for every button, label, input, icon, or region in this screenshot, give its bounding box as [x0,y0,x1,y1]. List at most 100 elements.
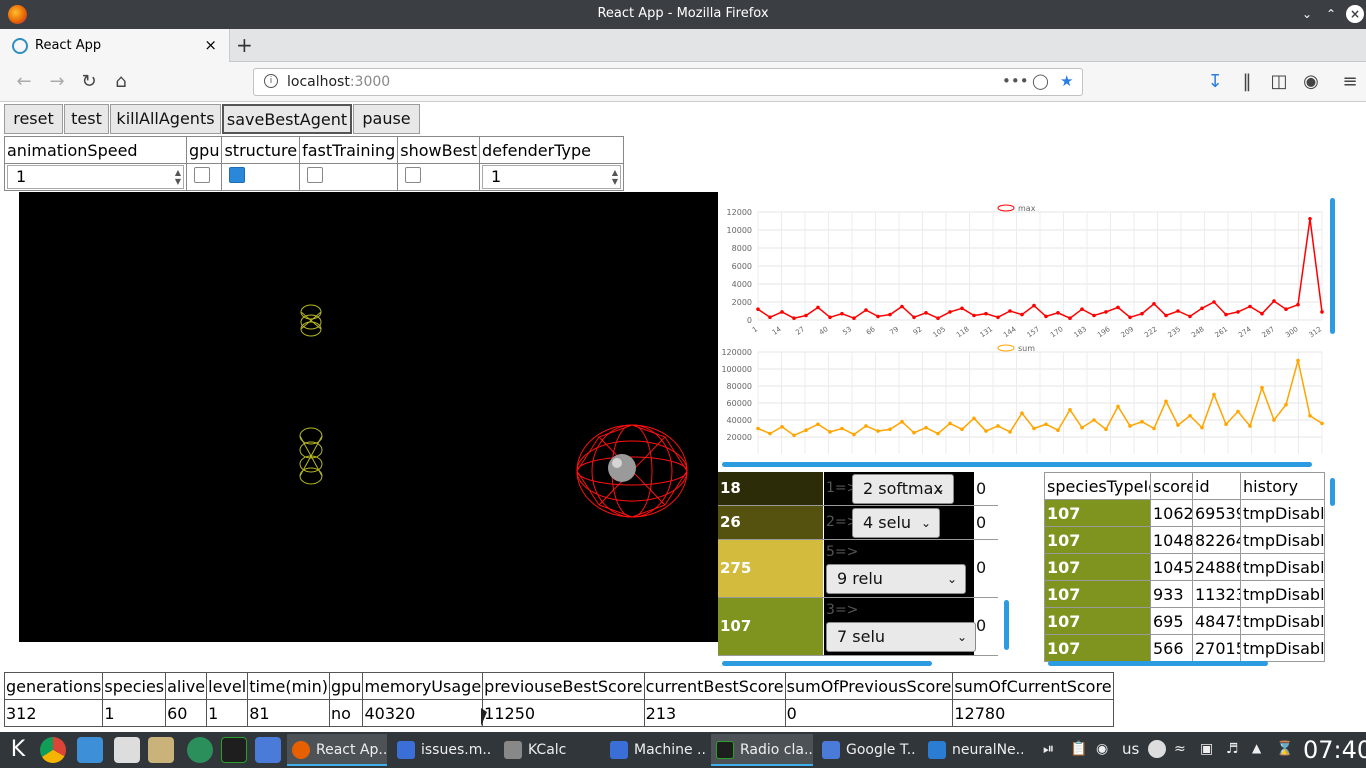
task-google-translate[interactable]: Google T... [817,734,917,766]
pocket-icon[interactable]: ◯ [1032,72,1049,90]
defender-type-input[interactable]: 1 ▲ ▼ [482,165,621,189]
structure-checkbox[interactable] [229,167,246,183]
data-point [1056,311,1060,315]
translate-icon[interactable] [255,737,281,763]
data-point [1020,312,1024,317]
species-header: history [1240,472,1325,500]
media-icon[interactable]: ⏯ [1043,741,1054,757]
history-cell: tmpDisable [1240,634,1325,662]
chrome-icon[interactable] [40,737,66,763]
close-tab-icon[interactable]: × [204,36,217,54]
tab-react-app[interactable]: React App × [0,29,230,62]
charts-panel[interactable]: 12000 10000 8000 6000 4000 2000 0 max 1 14 27 40 53 6… [718,192,1340,472]
bookmark-star-icon[interactable]: ★ [1060,72,1073,90]
clipboard-icon[interactable]: 📋 [1070,741,1087,757]
application-launcher-icon[interactable]: K [5,737,31,763]
task-machine[interactable]: Machine ... [605,734,705,766]
data-point [1032,303,1036,308]
menu-icon[interactable]: ≡ [1339,71,1361,93]
structure-horizontal-scrollbar[interactable] [722,661,932,666]
close-window-icon[interactable]: × [1346,5,1364,23]
species-horizontal-scrollbar[interactable] [1048,661,1268,666]
home-icon[interactable]: ⌂ [110,71,132,93]
task-react-app[interactable]: React Ap... [287,734,387,766]
task-neural-network[interactable]: neuralNe... [923,734,1023,766]
keyboard-layout[interactable]: us [1122,740,1139,758]
id-cell: 11323 [1192,580,1241,608]
test-button[interactable]: test [64,104,109,134]
score-cell: 933 [1150,580,1193,608]
x-tick-label: 79 [888,325,900,337]
agent-wireframe [300,304,322,337]
table-row[interactable]: 10756627015tmpDisable [1044,634,1325,662]
stats-header: sumOfPreviousScore [784,672,954,700]
table-row[interactable]: 107106269539tmpDisable [1044,499,1325,527]
stats-value: 1 [206,699,249,727]
new-tab-icon[interactable]: + [236,33,253,57]
activation-select[interactable]: 9 relu ⌄ [826,564,966,594]
data-point [924,311,928,315]
data-point [1140,419,1144,424]
x-tick-label: 183 [1073,325,1089,339]
activation-select[interactable]: 7 selu ⌄ [826,622,976,652]
forward-icon[interactable]: → [46,71,68,93]
structure-vertical-scrollbar[interactable] [1004,600,1009,650]
kill-all-agents-button[interactable]: killAllAgents [110,104,221,134]
info-icon[interactable]: i [264,74,278,88]
reset-button[interactable]: reset [4,104,63,134]
layer-arrow: 3=> [826,602,859,618]
spinner-icon[interactable]: ▲ ▼ [175,168,181,186]
notifications-icon[interactable]: ⌛ [1276,741,1293,757]
wifi-icon[interactable]: ≈ [1174,741,1186,757]
x-tick-label: 235 [1167,325,1183,339]
activation-select[interactable]: 2 softmax ⌄ [852,474,954,504]
x-tick-label: 287 [1261,325,1277,339]
file-manager-icon[interactable] [77,737,103,763]
stats-header: time(min) [247,672,330,700]
vpn-icon[interactable]: ◉ [1096,741,1108,757]
minimize-icon[interactable]: ⌄ [1298,5,1316,23]
show-best-checkbox[interactable] [405,167,422,183]
data-point [1008,430,1012,434]
table-row[interactable]: 10793311323tmpDisable [1044,580,1325,608]
task-radio-classification[interactable]: Radio cla... [711,734,813,766]
app-icon[interactable] [187,737,213,763]
task-kcalc[interactable]: KCalc [499,734,599,766]
data-point [840,311,844,316]
book-icon[interactable] [148,737,174,763]
data-point [1176,309,1180,313]
fast-training-checkbox[interactable] [307,167,324,183]
charts-horizontal-scrollbar[interactable] [722,462,1312,467]
terminal-icon[interactable] [221,737,247,763]
chevron-down-icon: ⌄ [934,482,945,496]
table-row[interactable]: 107104882264tmpDisable [1044,526,1325,554]
reload-icon[interactable]: ↻ [78,71,100,93]
maximize-icon[interactable]: ⌃ [1322,5,1340,23]
downloads-icon[interactable]: ↧ [1204,71,1226,93]
sidebar-icon[interactable]: ◫ [1268,71,1290,93]
pause-button[interactable]: pause [353,104,420,134]
charts-vertical-scrollbar[interactable] [1330,198,1335,334]
task-issues[interactable]: issues.m... [392,734,492,766]
structure-panel: 18 1=> 2 softmax ⌄ 0 26 2=> 4 selu ⌄ 0 275… [718,472,1014,670]
asteroid-highlight [612,458,622,468]
notes-icon[interactable] [114,737,140,763]
spinner-icon[interactable]: ▲ ▼ [612,168,618,186]
save-best-agent-button[interactable]: saveBestAgent [222,104,352,134]
tray-expand-icon[interactable]: ▲ [1252,741,1261,755]
url-bar[interactable]: i localhost:3000 ••• ◯ ★ [253,68,1083,96]
volume-icon[interactable]: ♬ [1226,741,1239,757]
back-icon[interactable]: ← [13,71,35,93]
library-icon[interactable]: ‖ [1236,71,1258,93]
account-icon[interactable]: ◉ [1300,71,1322,93]
lock-icon[interactable]: ▣ [1200,741,1213,757]
animation-speed-input[interactable]: 1 ▲ ▼ [7,165,184,189]
table-row[interactable]: 10769548475tmpDisable [1044,607,1325,635]
clock[interactable]: 07:40 [1303,736,1366,764]
gpu-checkbox[interactable] [194,167,210,183]
species-vertical-scrollbar[interactable] [1330,478,1335,506]
updates-icon[interactable] [1148,740,1166,758]
page-actions-icon[interactable]: ••• [1002,72,1029,90]
activation-select[interactable]: 4 selu ⌄ [852,508,940,538]
table-row[interactable]: 107104524886tmpDisable [1044,553,1325,581]
